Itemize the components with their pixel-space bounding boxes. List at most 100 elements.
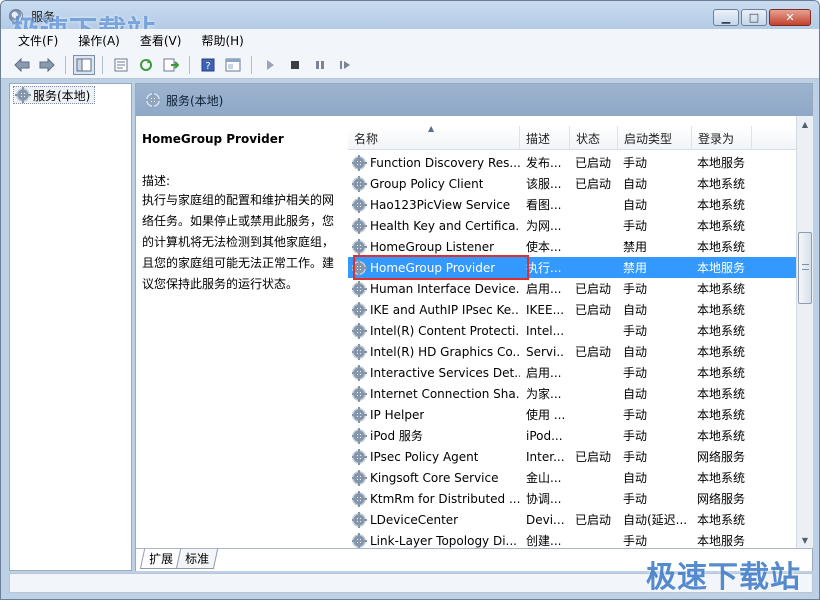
sort-ascending-icon: ▲ xyxy=(428,124,435,133)
stop-icon[interactable] xyxy=(284,55,306,75)
service-description-cell: Servi... xyxy=(526,344,564,359)
service-name: Health Key and Certifica... xyxy=(370,218,520,233)
toolbar-separator xyxy=(65,55,66,74)
minimize-button[interactable]: ▁ xyxy=(713,9,739,26)
table-row[interactable]: KtmRm for Distributed ... 协调... 手动 网络服务 xyxy=(348,488,796,509)
table-row[interactable]: Interactive Services Det... 启用... 手动 本地系统 xyxy=(348,362,796,383)
services-gear-icon xyxy=(145,92,161,108)
play-icon[interactable] xyxy=(259,55,281,75)
table-row[interactable]: Function Discovery Res... 发布... 已启动 手动 本地服务 xyxy=(348,152,796,173)
table-row[interactable]: Health Key and Certifica... 为网... 手动 本地系统 xyxy=(348,215,796,236)
table-row[interactable]: IKE and AuthIP IPsec Ke... IKEE... 已启动 自动 本地… xyxy=(348,299,796,320)
service-name-cell: HomeGroup Listener xyxy=(352,236,520,257)
tree-item-services-local[interactable]: 服务(本地) xyxy=(13,86,96,104)
close-icon: ✕ xyxy=(785,11,795,24)
column-status[interactable]: 状态 xyxy=(570,126,618,150)
service-description-cell: 该服... xyxy=(526,177,562,191)
back-arrow-icon[interactable] xyxy=(11,55,33,75)
help-icon[interactable]: ? xyxy=(197,55,219,75)
service-startup-cell: 自动 xyxy=(623,303,648,317)
service-status-cell xyxy=(575,488,619,509)
vertical-scrollbar[interactable]: ▲ ▼ xyxy=(796,116,813,548)
export-list-icon[interactable] xyxy=(160,55,182,75)
service-description-cell: iPod... xyxy=(526,428,563,443)
service-description-panel: HomeGroup Provider 描述: 执行与家庭组的配置和维护相关的网络… xyxy=(136,116,348,548)
service-logon-cell: 网络服务 xyxy=(697,492,746,506)
service-name-cell: IKE and AuthIP IPsec Ke... xyxy=(352,299,520,320)
refresh-icon[interactable] xyxy=(135,55,157,75)
show-hide-tree-icon[interactable] xyxy=(73,54,95,75)
menu-action[interactable]: 操作(A) xyxy=(75,31,123,50)
table-row[interactable]: IPsec Policy Agent Inter... 已启动 手动 网络服务 xyxy=(348,446,796,467)
column-startup-type[interactable]: 启动类型 xyxy=(618,126,692,150)
service-name: Interactive Services Det... xyxy=(370,365,520,380)
service-gear-icon xyxy=(352,259,367,276)
toolbar-separator xyxy=(102,55,103,74)
service-startup-cell: 自动 xyxy=(623,198,648,212)
scroll-thumb[interactable] xyxy=(798,232,812,304)
table-row[interactable]: Internet Connection Sha... 为家... 自动 本地系统 xyxy=(348,383,796,404)
column-label: 名称 xyxy=(354,131,379,146)
tab-label: 标准 xyxy=(185,552,210,566)
pause-icon[interactable] xyxy=(309,55,331,75)
service-name: Link-Layer Topology Di... xyxy=(370,533,517,548)
pane-header: 服务(本地) xyxy=(136,84,812,116)
scroll-down-icon[interactable]: ▼ xyxy=(797,532,813,548)
menu-view[interactable]: 查看(V) xyxy=(137,31,185,50)
service-startup-cell: 手动 xyxy=(623,492,648,506)
toolbar: ? xyxy=(1,51,819,79)
column-logon-as[interactable]: 登录为 xyxy=(692,126,752,150)
menu-file[interactable]: 文件(F) xyxy=(15,31,61,50)
column-description[interactable]: 描述 xyxy=(520,126,570,150)
service-description-cell: 发布... xyxy=(526,156,562,170)
service-name: Intel(R) HD Graphics Co... xyxy=(370,344,520,359)
tab-standard[interactable]: 标准 xyxy=(175,549,219,569)
description-label: 描述: xyxy=(142,174,171,188)
table-row[interactable]: IP Helper 使用 ... 手动 本地系统 xyxy=(348,404,796,425)
table-row[interactable]: LDeviceCenter Devi... 已启动 自动(延迟... 本地系统 xyxy=(348,509,796,530)
table-row[interactable]: Human Interface Device... 启用... 已启动 手动 本地系统 xyxy=(348,278,796,299)
service-status-cell xyxy=(575,425,619,446)
column-label: 登录为 xyxy=(698,131,735,146)
table-row[interactable]: Kingsoft Core Service 金山... 自动 本地系统 xyxy=(348,467,796,488)
column-name[interactable]: 名称 ▲ xyxy=(348,124,520,150)
table-row[interactable]: Intel(R) Content Protecti... Intel... 手动 本地… xyxy=(348,320,796,341)
table-row[interactable]: Intel(R) HD Graphics Co... Servi... 已启动 自动 本… xyxy=(348,341,796,362)
service-startup-cell: 手动 xyxy=(623,408,648,422)
restart-icon[interactable] xyxy=(334,55,356,75)
title-bar[interactable]: 服务 极速下载站 ▁ □ ✕ xyxy=(1,1,819,47)
properties-icon[interactable] xyxy=(110,55,132,75)
maximize-button[interactable]: □ xyxy=(741,9,767,26)
service-logon-cell: 本地系统 xyxy=(697,177,746,191)
service-name-cell: Kingsoft Core Service xyxy=(352,467,520,488)
service-name-cell: Hao123PicView Service xyxy=(352,194,520,215)
service-status-cell xyxy=(575,467,619,488)
close-button[interactable]: ✕ xyxy=(769,9,811,26)
service-logon-cell: 本地系统 xyxy=(697,303,746,317)
menu-help[interactable]: 帮助(H) xyxy=(198,31,246,50)
service-name-cell: IP Helper xyxy=(352,404,520,425)
console-icon[interactable] xyxy=(222,55,244,75)
service-name-cell: Health Key and Certifica... xyxy=(352,215,520,236)
service-name-cell: iPod 服务 xyxy=(352,425,520,446)
table-row[interactable]: Group Policy Client 该服... 已启动 自动 本地系统 xyxy=(348,173,796,194)
scroll-up-icon[interactable]: ▲ xyxy=(797,116,813,132)
service-logon-cell: 本地系统 xyxy=(697,366,746,380)
forward-arrow-icon[interactable] xyxy=(36,55,58,75)
service-gear-icon xyxy=(352,427,367,444)
service-name: IP Helper xyxy=(370,407,425,422)
service-startup-cell: 禁用 xyxy=(623,261,648,275)
table-row[interactable]: HomeGroup Provider 执行... 禁用 本地服务 xyxy=(348,255,796,280)
service-logon-cell: 本地服务 xyxy=(697,261,746,275)
table-row[interactable]: iPod 服务 iPod... 手动 本地系统 xyxy=(348,425,796,446)
service-gear-icon xyxy=(352,280,367,297)
service-description-cell: 启用... xyxy=(526,366,562,380)
service-description-cell: IKEE... xyxy=(526,302,564,317)
service-status-cell xyxy=(575,404,619,425)
table-row[interactable]: HomeGroup Listener 使本... 禁用 本地系统 xyxy=(348,236,796,257)
service-name: iPod 服务 xyxy=(370,429,423,443)
grip-icon xyxy=(802,264,809,270)
service-logon-cell: 本地系统 xyxy=(697,198,746,212)
service-name: Human Interface Device... xyxy=(370,281,520,296)
table-row[interactable]: Hao123PicView Service 看图... 自动 本地系统 xyxy=(348,194,796,215)
